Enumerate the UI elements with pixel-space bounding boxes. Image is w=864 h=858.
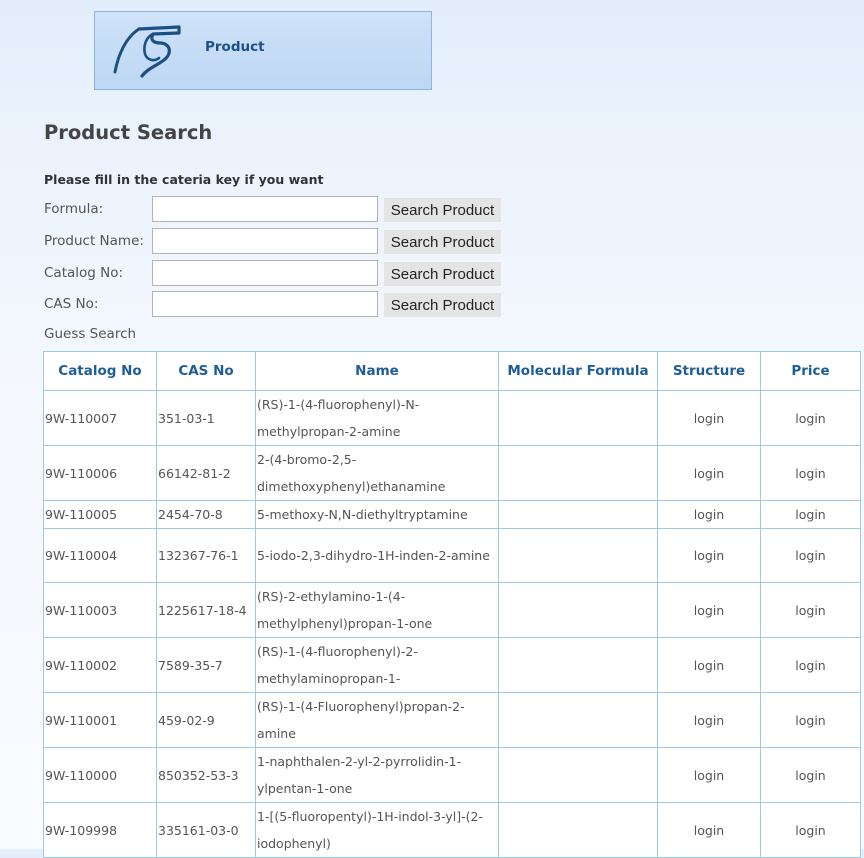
table-header-row: Catalog No CAS No Name Molecular Formula… (43, 351, 861, 391)
guess-search-label: Guess Search (44, 326, 137, 342)
catalog-no-search-row: Catalog No: Search Product (44, 260, 514, 286)
cas-no-cell: 7589-35-7 (156, 637, 256, 693)
product-name-search-row: Product Name: Search Product (44, 228, 514, 254)
catalog-no-cell: 9W-110005 (43, 500, 157, 529)
product-name-cell[interactable]: 2-(4-bromo-2,5-dimethoxyphenyl)ethanamin… (255, 445, 499, 501)
formula-input[interactable] (152, 196, 378, 222)
structure-login-link[interactable]: login (657, 500, 761, 529)
product-name-cell[interactable]: 5-iodo-2,3-dihydro-1H-inden-2-amine (255, 528, 499, 583)
molecular-formula-cell (498, 390, 658, 446)
product-name-cell[interactable]: (RS)-1-(4-Fluorophenyl)propan-2-amine (255, 692, 499, 748)
catalog-no-cell: 9W-110000 (43, 747, 157, 803)
product-name-cell[interactable]: 1-naphthalen-2-yl-2-pyrrolidin-1-ylpenta… (255, 747, 499, 803)
catalog-no-cell: 9W-110007 (43, 390, 157, 446)
catalog-no-input[interactable] (152, 260, 378, 286)
cas-no-cell: 459-02-9 (156, 692, 256, 748)
product-name-cell[interactable]: 5-methoxy-N,N-diethyltryptamine (255, 500, 499, 529)
catalog-no-cell: 9W-109998 (43, 802, 157, 858)
cas-no-cell: 132367-76-1 (156, 528, 256, 583)
results-table: Catalog No CAS No Name Molecular Formula… (43, 351, 861, 858)
molecular-formula-cell (498, 500, 658, 529)
cas-no-input[interactable] (152, 291, 378, 317)
column-header-price[interactable]: Price (760, 351, 861, 391)
table-row[interactable]: 9W-109998 335161-03-0 1-[(5-fluoropentyl… (43, 802, 861, 858)
product-name-cell[interactable]: (RS)-1-(4-fluorophenyl)-N-methylpropan-2… (255, 390, 499, 446)
cas-no-cell: 1225617-18-4 (156, 582, 256, 638)
column-header-structure[interactable]: Structure (657, 351, 761, 391)
column-header-cas-no[interactable]: CAS No (156, 351, 256, 391)
column-header-molecular-formula[interactable]: Molecular Formula (498, 351, 658, 391)
price-login-link[interactable]: login (760, 390, 861, 446)
cas-no-search-row: CAS No: Search Product (44, 291, 514, 317)
product-name-cell[interactable]: 1-[(5-fluoropentyl)-1H-indol-3-yl]-(2-io… (255, 802, 499, 858)
cas-no-cell: 351-03-1 (156, 390, 256, 446)
structure-login-link[interactable]: login (657, 582, 761, 638)
catalog-no-cell: 9W-110004 (43, 528, 157, 583)
price-login-link[interactable]: login (760, 692, 861, 748)
structure-login-link[interactable]: login (657, 637, 761, 693)
table-row[interactable]: 9W-110005 2454-70-8 5-methoxy-N,N-diethy… (43, 500, 861, 529)
cas-no-cell: 66142-81-2 (156, 445, 256, 501)
hand-logo-icon (113, 25, 181, 78)
molecular-formula-cell (498, 637, 658, 693)
structure-login-link[interactable]: login (657, 692, 761, 748)
table-row[interactable]: 9W-110007 351-03-1 (RS)-1-(4-fluoropheny… (43, 390, 861, 446)
molecular-formula-cell (498, 692, 658, 748)
catalog-no-cell: 9W-110001 (43, 692, 157, 748)
column-header-catalog-no[interactable]: Catalog No (43, 351, 157, 391)
product-name-input[interactable] (152, 228, 378, 254)
cas-no-cell: 2454-70-8 (156, 500, 256, 529)
formula-search-row: Formula: Search Product (44, 196, 514, 222)
structure-login-link[interactable]: login (657, 390, 761, 446)
cas-no-cell: 335161-03-0 (156, 802, 256, 858)
catalog-no-search-button[interactable]: Search Product (384, 262, 501, 286)
page-title: Product Search (44, 121, 213, 144)
search-instructions: Please fill in the cateria key if you wa… (44, 172, 324, 187)
price-login-link[interactable]: login (760, 500, 861, 529)
product-banner: Product (94, 11, 432, 90)
cas-no-cell: 850352-53-3 (156, 747, 256, 803)
structure-login-link[interactable]: login (657, 747, 761, 803)
price-login-link[interactable]: login (760, 528, 861, 583)
molecular-formula-cell (498, 582, 658, 638)
catalog-no-cell: 9W-110006 (43, 445, 157, 501)
cas-no-search-button[interactable]: Search Product (384, 293, 501, 317)
price-login-link[interactable]: login (760, 637, 861, 693)
price-login-link[interactable]: login (760, 445, 861, 501)
table-row[interactable]: 9W-110000 850352-53-3 1-naphthalen-2-yl-… (43, 747, 861, 803)
product-name-cell[interactable]: (RS)-2-ethylamino-1-(4-methylphenyl)prop… (255, 582, 499, 638)
cas-no-label: CAS No: (44, 296, 99, 312)
molecular-formula-cell (498, 528, 658, 583)
catalog-no-label: Catalog No: (44, 265, 124, 281)
molecular-formula-cell (498, 445, 658, 501)
molecular-formula-cell (498, 747, 658, 803)
banner-title: Product (205, 39, 265, 55)
table-row[interactable]: 9W-110003 1225617-18-4 (RS)-2-ethylamino… (43, 582, 861, 638)
product-name-label: Product Name: (44, 233, 144, 249)
price-login-link[interactable]: login (760, 802, 861, 858)
price-login-link[interactable]: login (760, 582, 861, 638)
table-row[interactable]: 9W-110002 7589-35-7 (RS)-1-(4-fluorophen… (43, 637, 861, 693)
table-row[interactable]: 9W-110001 459-02-9 (RS)-1-(4-Fluoropheny… (43, 692, 861, 748)
structure-login-link[interactable]: login (657, 802, 761, 858)
product-name-cell[interactable]: (RS)-1-(4-fluorophenyl)-2-methylaminopro… (255, 637, 499, 693)
formula-search-button[interactable]: Search Product (384, 198, 501, 222)
table-row[interactable]: 9W-110006 66142-81-2 2-(4-bromo-2,5-dime… (43, 445, 861, 501)
product-name-search-button[interactable]: Search Product (384, 230, 501, 254)
structure-login-link[interactable]: login (657, 445, 761, 501)
table-row[interactable]: 9W-110004 132367-76-1 5-iodo-2,3-dihydro… (43, 528, 861, 583)
price-login-link[interactable]: login (760, 747, 861, 803)
molecular-formula-cell (498, 802, 658, 858)
column-header-name[interactable]: Name (255, 351, 499, 391)
catalog-no-cell: 9W-110003 (43, 582, 157, 638)
structure-login-link[interactable]: login (657, 528, 761, 583)
catalog-no-cell: 9W-110002 (43, 637, 157, 693)
formula-label: Formula: (44, 201, 104, 217)
